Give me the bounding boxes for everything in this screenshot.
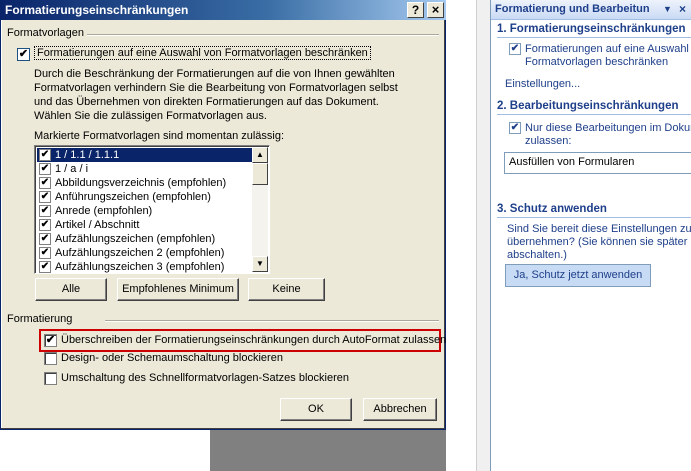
autoformat-label[interactable]: Überschreiben der Formatierungseinschrän… <box>61 334 446 346</box>
group-label-formatvorlagen: Formatvorlagen <box>7 27 85 39</box>
pane-edit-restrict-label-line2: zulassen: <box>525 135 572 147</box>
list-item-checkbox[interactable]: ✔ <box>39 247 51 259</box>
group-label-formatierung: Formatierung <box>7 313 73 325</box>
apply-protection-text-line2: übernehmen? (Sie können sie später <box>507 236 688 248</box>
task-pane: Formatierung und Bearbeitun ▼ × 1. Forma… <box>490 0 691 471</box>
pane-limit-styles-label-line1: Formatierungen auf eine Auswahl v <box>525 43 691 55</box>
quickstyle-block-checkbox[interactable] <box>44 372 57 385</box>
close-icon[interactable]: × <box>679 2 686 16</box>
list-item[interactable]: ✔ Aufzählungszeichen 2 (empfohlen) <box>37 246 255 260</box>
list-item-label: Aufzählungszeichen 2 (empfohlen) <box>55 247 225 259</box>
vertical-ruler <box>476 0 490 471</box>
styles-list[interactable]: ✔ 1 / 1.1 / 1.1.1 ✔ 1 / a / i ✔ Abbildun… <box>34 145 270 274</box>
limit-styles-label-text: Formatierungen auf eine Auswahl von Form… <box>34 46 371 60</box>
pane-limit-styles-label-line2: Formatvorlagen beschränken <box>525 56 669 68</box>
close-icon[interactable]: × <box>427 2 444 18</box>
list-item-label: 1 / 1.1 / 1.1.1 <box>55 149 120 161</box>
group-divider <box>87 34 439 36</box>
section-3-title: 3. Schutz anwenden <box>497 203 607 215</box>
list-item[interactable]: ✔ Anführungszeichen (empfohlen) <box>37 190 255 204</box>
list-item[interactable]: ✔ Aufzählungszeichen 3 (empfohlen) <box>37 260 255 273</box>
list-item-checkbox[interactable]: ✔ <box>39 261 51 273</box>
task-pane-title: Formatierung und Bearbeitun <box>495 3 650 15</box>
section-1-title: 1. Formatierungseinschränkungen <box>497 23 686 35</box>
ok-button[interactable]: OK <box>280 398 352 421</box>
recommended-minimum-button[interactable]: Empfohlenes Minimum <box>117 278 239 301</box>
list-item-checkbox[interactable]: ✔ <box>39 149 51 161</box>
scroll-up-icon[interactable]: ▲ <box>252 147 268 163</box>
list-item-checkbox[interactable]: ✔ <box>39 177 51 189</box>
section-divider <box>497 37 691 38</box>
group-divider <box>105 320 439 322</box>
all-button[interactable]: Alle <box>35 278 107 301</box>
formatting-restrictions-dialog: Formatierungseinschränkungen ? × Formatv… <box>0 0 446 430</box>
list-scrollbar[interactable]: ▲ ▼ <box>252 147 268 272</box>
workspace-background <box>210 428 446 471</box>
list-item-label: Anführungszeichen (empfohlen) <box>55 191 211 203</box>
list-item-label: Artikel / Abschnitt <box>55 219 140 231</box>
pane-limit-styles-label[interactable]: Formatierungen auf eine Auswahl v Format… <box>525 43 691 69</box>
cancel-button[interactable]: Abbrechen <box>363 398 437 421</box>
apply-protection-text-line3: abschalten.) <box>507 249 567 261</box>
list-item-label: Aufzählungszeichen 3 (empfohlen) <box>55 261 225 273</box>
settings-link[interactable]: Einstellungen... <box>505 78 580 90</box>
pane-edit-restrict-label[interactable]: Nur diese Bearbeitungen im Dokume zulass… <box>525 122 691 148</box>
list-item-checkbox[interactable]: ✔ <box>39 219 51 231</box>
list-item[interactable]: ✔ Anrede (empfohlen) <box>37 204 255 218</box>
quickstyle-block-label[interactable]: Umschaltung des Schnellformatvorlagen-Sa… <box>61 372 349 384</box>
list-item-checkbox[interactable]: ✔ <box>39 191 51 203</box>
pane-edit-restrict-label-line1: Nur diese Bearbeitungen im Dokume <box>525 122 691 134</box>
limit-styles-label[interactable]: Formatierungen auf eine Auswahl von Form… <box>34 46 371 60</box>
list-item[interactable]: ✔ Artikel / Abschnitt <box>37 218 255 232</box>
autoformat-checkbox[interactable]: ✔ <box>44 334 57 347</box>
section-2-title: 2. Bearbeitungseinschränkungen <box>497 100 679 112</box>
list-item-checkbox[interactable]: ✔ <box>39 233 51 245</box>
pane-limit-styles-checkbox[interactable]: ✔ <box>509 43 521 55</box>
dialog-title: Formatierungseinschränkungen <box>5 3 189 17</box>
apply-protection-text-line1: Sind Sie bereit diese Einstellungen zu <box>507 223 691 235</box>
list-item[interactable]: ✔ 1 / 1.1 / 1.1.1 <box>37 148 255 162</box>
scroll-down-icon[interactable]: ▼ <box>252 256 268 272</box>
list-item[interactable]: ✔ Abbildungsverzeichnis (empfohlen) <box>37 176 255 190</box>
design-block-label[interactable]: Design- oder Schemaumschaltung blockiere… <box>61 352 283 364</box>
list-item-label: Anrede (empfohlen) <box>55 205 153 217</box>
list-item-checkbox[interactable]: ✔ <box>39 163 51 175</box>
apply-protection-button[interactable]: Ja, Schutz jetzt anwenden <box>505 264 651 287</box>
pane-edit-restrict-checkbox[interactable]: ✔ <box>509 122 521 134</box>
scroll-thumb[interactable] <box>252 163 268 185</box>
list-item[interactable]: ✔ 1 / a / i <box>37 162 255 176</box>
description-text: Durch die Beschränkung der Formatierunge… <box>34 68 398 122</box>
section-divider <box>497 217 691 218</box>
edit-type-select[interactable]: Ausfüllen von Formularen <box>504 152 691 174</box>
task-pane-header: Formatierung und Bearbeitun ▼ × <box>491 0 691 20</box>
help-button[interactable]: ? <box>407 2 424 18</box>
limit-styles-checkbox[interactable]: ✔ <box>17 48 30 61</box>
list-item-label: Aufzählungszeichen (empfohlen) <box>55 233 216 245</box>
design-block-checkbox[interactable] <box>44 352 57 365</box>
chevron-down-icon[interactable]: ▼ <box>663 4 672 14</box>
list-item[interactable]: ✔ Aufzählungszeichen (empfohlen) <box>37 232 255 246</box>
list-caption: Markierte Formatvorlagen sind momentan z… <box>34 130 285 142</box>
document-page <box>446 0 476 471</box>
list-item-label: Abbildungsverzeichnis (empfohlen) <box>55 177 227 189</box>
none-button[interactable]: Keine <box>248 278 325 301</box>
section-divider <box>497 114 691 115</box>
list-item-label: 1 / a / i <box>55 163 89 175</box>
dialog-titlebar[interactable]: Formatierungseinschränkungen ? × <box>1 0 446 20</box>
list-item-checkbox[interactable]: ✔ <box>39 205 51 217</box>
apply-protection-text: Sind Sie bereit diese Einstellungen zu ü… <box>507 223 691 262</box>
document-area <box>0 428 210 471</box>
